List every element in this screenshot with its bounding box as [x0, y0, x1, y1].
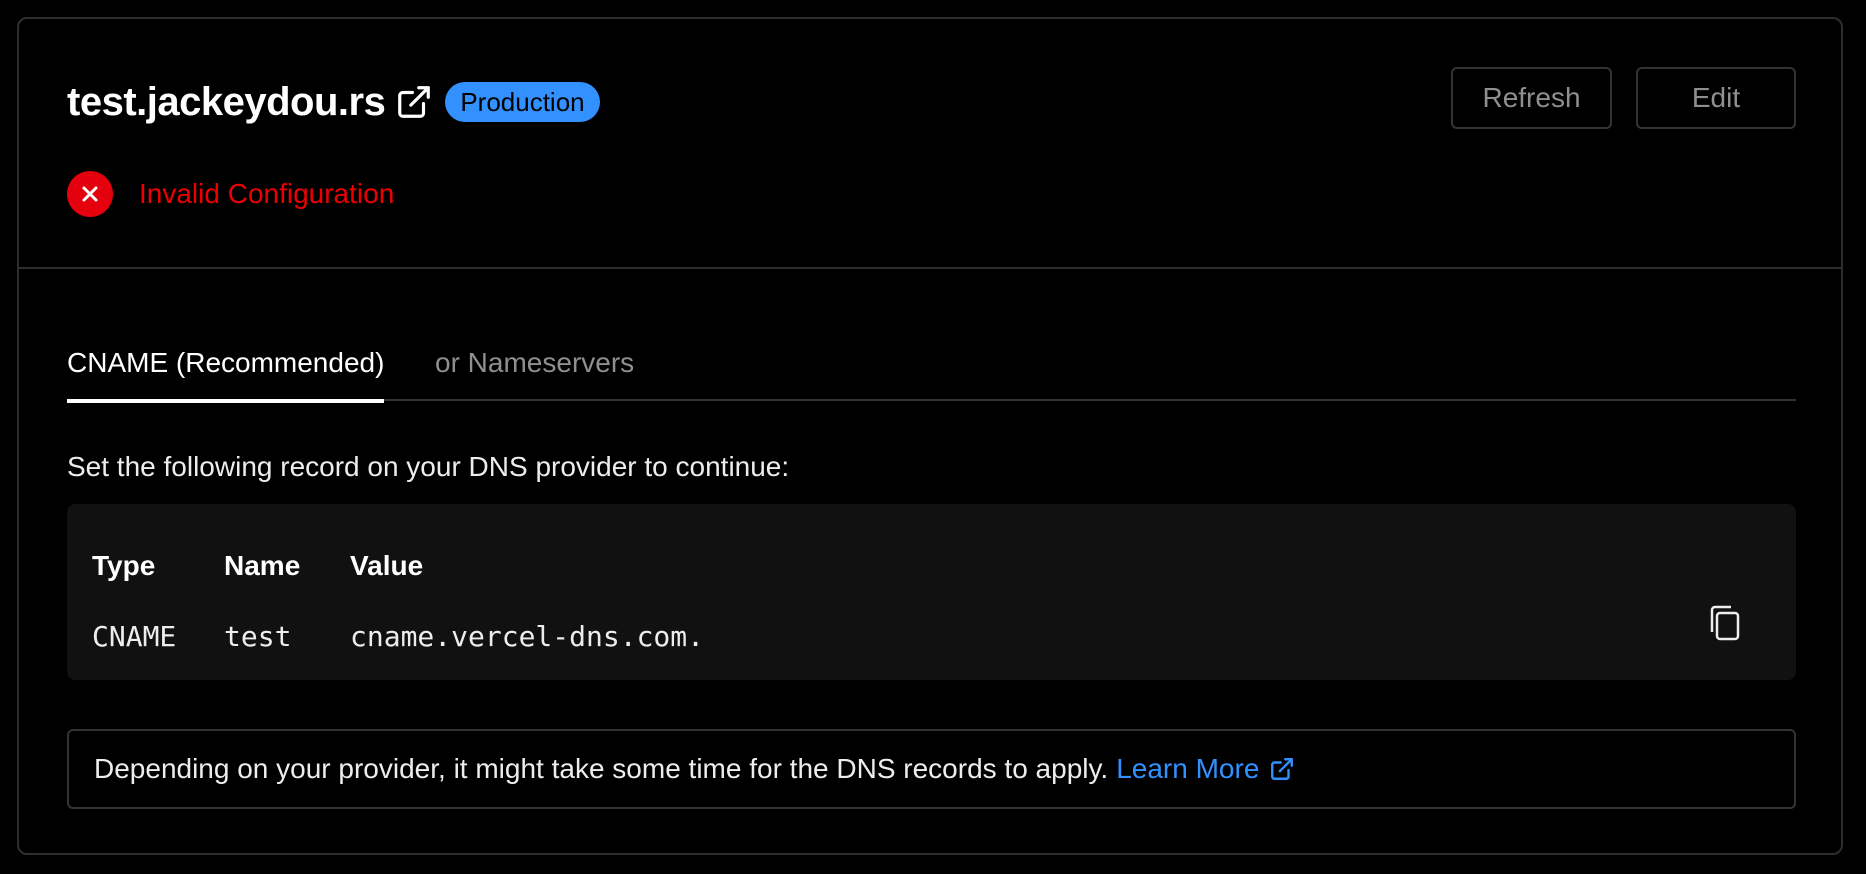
type-header: Type [92, 550, 156, 581]
domain-header: test.jackeydou.rs Production Refresh Edi… [19, 19, 1841, 269]
status-row: Invalid Configuration [67, 171, 394, 217]
external-link-icon[interactable] [395, 83, 433, 121]
domain-card: test.jackeydou.rs Production Refresh Edi… [17, 17, 1843, 855]
domain-name[interactable]: test.jackeydou.rs [67, 80, 386, 125]
tab-cname[interactable]: CNAME (Recommended) [67, 347, 385, 403]
propagation-note: Depending on your provider, it might tak… [67, 729, 1796, 809]
record-name: test [224, 620, 292, 653]
record-tabs: CNAME (Recommended) or Nameservers [67, 329, 1796, 403]
learn-more-label: Learn More [1116, 753, 1260, 784]
refresh-button[interactable]: Refresh [1451, 67, 1612, 129]
record-type: CNAME [92, 620, 177, 653]
note-text: Depending on your provider, it might tak… [94, 753, 1109, 784]
status-text: Invalid Configuration [139, 178, 395, 209]
copy-icon[interactable] [1708, 604, 1742, 642]
x-circle-icon [67, 171, 113, 217]
tab-nameservers[interactable]: or Nameservers [435, 347, 634, 393]
domain-title-row: test.jackeydou.rs Production [67, 77, 600, 127]
external-link-icon [1271, 758, 1294, 780]
value-header: Value [350, 550, 424, 581]
dns-record-table: Type Name Value CNAME test cname.vercel-… [67, 504, 1796, 680]
name-header: Name [224, 550, 301, 581]
environment-badge: Production [445, 82, 600, 122]
edit-button[interactable]: Edit [1636, 67, 1796, 129]
instructions-text: Set the following record on your DNS pro… [67, 451, 790, 482]
record-value: cname.vercel-dns.com. [350, 620, 705, 653]
learn-more-link[interactable]: Learn More [1116, 753, 1295, 785]
